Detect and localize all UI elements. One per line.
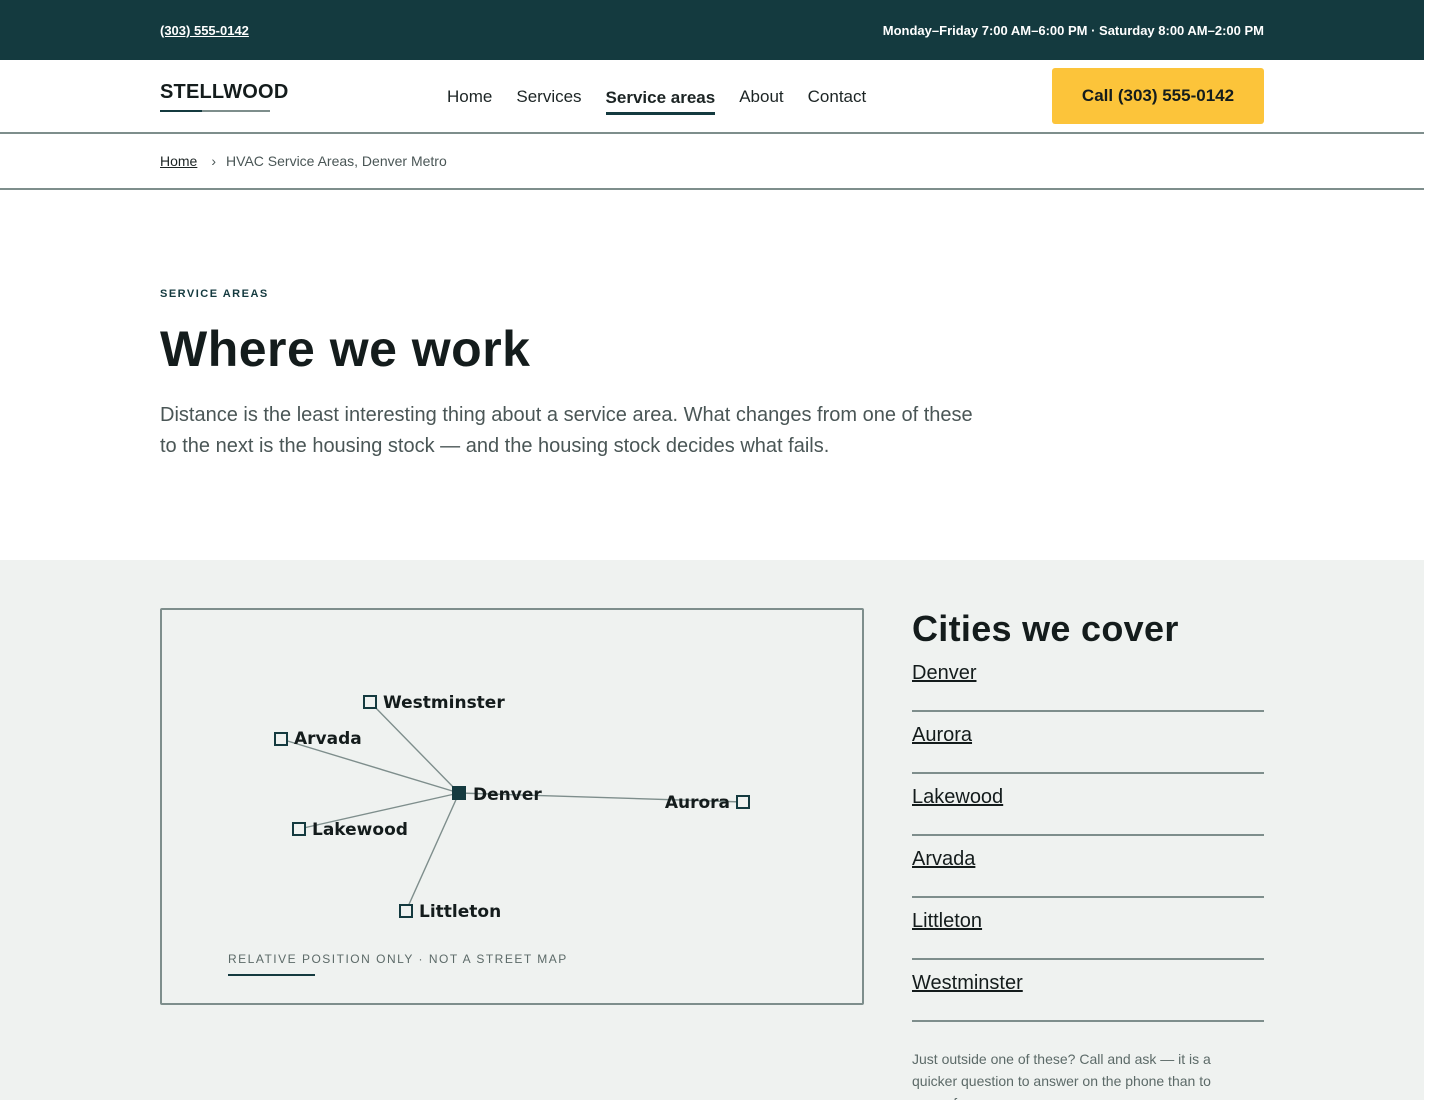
westminster-node: [363, 695, 377, 709]
city-link-arvada[interactable]: Arvada: [912, 836, 975, 871]
map-diagram: Denver Westminster Arvada Lakewood Littl…: [274, 693, 750, 922]
hero-eyebrow: SERVICE AREAS: [160, 288, 269, 300]
city-link-littleton[interactable]: Littleton: [912, 898, 982, 933]
cities-panel: Cities we cover Denver Aurora Lakewood A…: [912, 608, 1264, 1100]
city-link-denver[interactable]: Denver: [912, 658, 976, 685]
list-item: Littleton: [912, 898, 1264, 960]
hero-lede: Distance is the least interesting thing …: [160, 404, 973, 457]
main-nav: Home Services Service areas About Contac…: [447, 60, 866, 134]
breadcrumb-separator: ›: [211, 153, 217, 169]
aurora-label: Aurora: [665, 793, 730, 813]
nav-service-areas[interactable]: Service areas: [605, 82, 716, 115]
denver-label: Denver: [473, 785, 542, 805]
business-hours: Monday–Friday 7:00 AM–6:00 PM · Saturday…: [882, 22, 1264, 38]
edge-littleton: [405, 792, 460, 912]
site-header: STELLWOOD Home Services Service areas Ab…: [0, 60, 1424, 134]
city-list: Denver Aurora Lakewood Arvada Littleton …: [912, 658, 1264, 1022]
map-note-underline: [228, 974, 315, 976]
nav-about[interactable]: About: [739, 81, 783, 113]
page-title: Where we work: [160, 321, 531, 377]
list-item: Westminster: [912, 960, 1264, 1022]
service-areas-section: Denver Westminster Arvada Lakewood Littl…: [0, 560, 1424, 1100]
littleton-node: [399, 904, 413, 918]
cities-note: Just outside one of these? Call and ask …: [912, 1051, 1211, 1100]
list-item: Denver: [912, 658, 1264, 712]
breadcrumb-home[interactable]: Home: [160, 153, 197, 169]
lakewood-label: Lakewood: [312, 820, 408, 840]
breadcrumb: Home › HVAC Service Areas, Denver Metro: [0, 134, 1424, 190]
hero: SERVICE AREAS Where we work Distance is …: [0, 190, 1424, 560]
breadcrumb-current: HVAC Service Areas, Denver Metro: [226, 153, 447, 169]
list-item: Aurora: [912, 712, 1264, 774]
westminster-label: Westminster: [383, 693, 505, 713]
site-logo[interactable]: STELLWOOD: [160, 81, 288, 112]
city-link-aurora[interactable]: Aurora: [912, 712, 972, 747]
nav-services[interactable]: Services: [516, 81, 581, 113]
littleton-label: Littleton: [419, 902, 501, 922]
cities-title: Cities we cover: [912, 608, 1179, 649]
nav-home[interactable]: Home: [447, 81, 492, 113]
arvada-label: Arvada: [294, 729, 362, 749]
top-phone-link[interactable]: (303) 555-0142: [160, 23, 249, 38]
call-button[interactable]: Call (303) 555-0142: [1052, 68, 1264, 124]
relative-map: Denver Westminster Arvada Lakewood Littl…: [160, 608, 864, 1005]
arvada-node: [274, 732, 288, 746]
list-item: Lakewood: [912, 774, 1264, 836]
map-disclaimer: RELATIVE POSITION ONLY · NOT A STREET MA…: [228, 952, 568, 966]
lakewood-node: [292, 822, 306, 836]
aurora-node: [736, 795, 750, 809]
nav-contact[interactable]: Contact: [808, 81, 867, 113]
page: (303) 555-0142 Monday–Friday 7:00 AM–6:0…: [0, 0, 1424, 1100]
city-link-lakewood[interactable]: Lakewood: [912, 774, 1003, 809]
top-bar: (303) 555-0142 Monday–Friday 7:00 AM–6:0…: [0, 0, 1424, 60]
denver-node: [452, 786, 466, 800]
city-link-westminster[interactable]: Westminster: [912, 960, 1023, 995]
list-item: Arvada: [912, 836, 1264, 898]
